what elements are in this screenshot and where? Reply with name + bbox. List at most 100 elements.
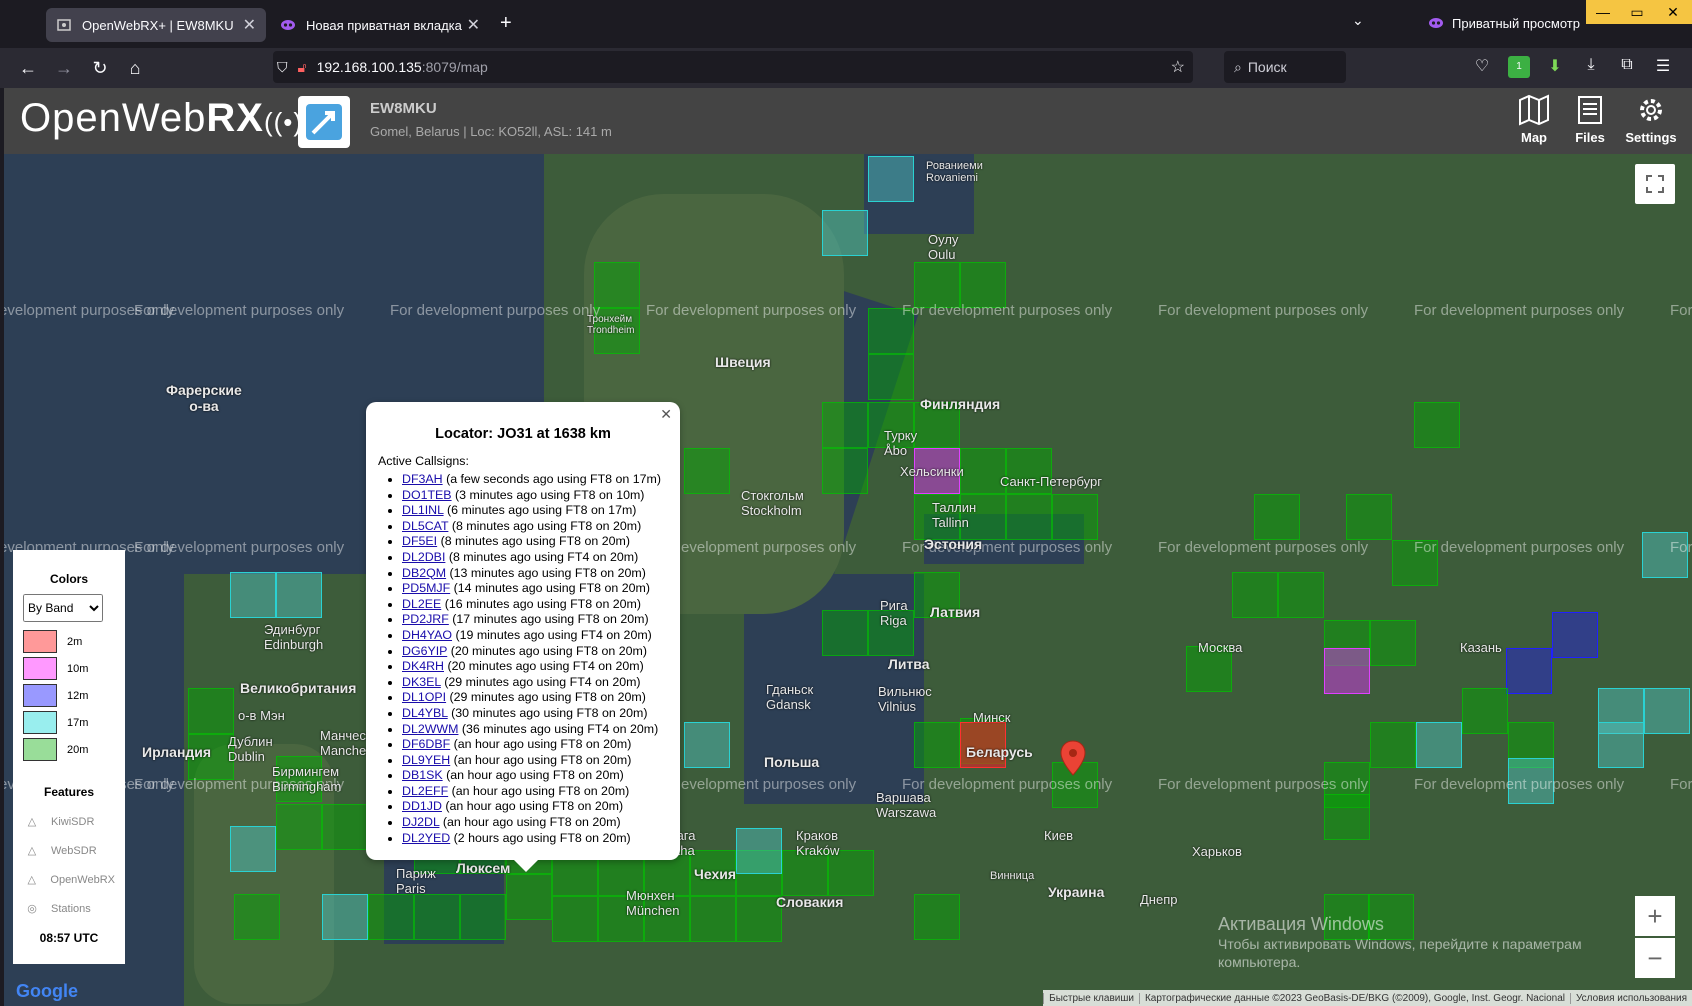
locator-square[interactable] [234, 894, 280, 940]
callsign-link[interactable]: DH4YAO [402, 628, 452, 642]
files-button[interactable]: Files [1562, 94, 1618, 145]
callsign-link[interactable]: DB1SK [402, 768, 443, 782]
new-tab-icon[interactable]: + [500, 12, 512, 35]
map-area[interactable]: For development purposes only For develop… [4, 154, 1692, 1006]
locator-square[interactable] [368, 894, 414, 940]
callsign-link[interactable]: DL2DBI [402, 550, 445, 564]
locator-square[interactable] [414, 894, 460, 940]
locator-square[interactable] [822, 610, 868, 656]
locator-square[interactable] [914, 894, 960, 940]
locator-square[interactable] [506, 874, 552, 920]
locator-square[interactable] [1370, 722, 1416, 768]
locator-square[interactable] [1278, 572, 1324, 618]
callsign-link[interactable]: DL1OPI [402, 690, 446, 704]
legend-band-10m[interactable]: 10m [23, 655, 115, 682]
back-icon[interactable]: ← [17, 58, 39, 79]
callsign-link[interactable]: DL4YBL [402, 706, 448, 720]
legend-band-2m[interactable]: 2m [23, 628, 115, 655]
callsign-link[interactable]: DL1INL [402, 503, 444, 517]
callsign-link[interactable]: DO1TEB [402, 488, 452, 502]
insecure-lock-icon[interactable]: 🔓︎ [298, 59, 307, 76]
extension-badge-icon[interactable]: 1 [1508, 56, 1530, 78]
receiver-location-marker[interactable] [1060, 740, 1086, 776]
locator-square[interactable] [1644, 688, 1690, 734]
callsign-link[interactable]: DL2EE [402, 597, 441, 611]
locator-square[interactable] [1462, 688, 1508, 734]
pocket-icon[interactable]: ♡ [1471, 56, 1493, 78]
callsign-link[interactable]: DJ2DL [402, 815, 439, 829]
receiver-avatar[interactable] [298, 96, 350, 148]
callsign-link[interactable]: DL2EFF [402, 784, 448, 798]
callsign-link[interactable]: DL5CAT [402, 519, 448, 533]
settings-button[interactable]: Settings [1618, 94, 1684, 145]
callsign-link[interactable]: PD5MJF [402, 581, 450, 595]
home-icon[interactable]: ⌂ [124, 58, 146, 79]
locator-square[interactable] [552, 896, 598, 942]
locator-square[interactable] [822, 210, 868, 256]
locator-square[interactable] [1254, 494, 1300, 540]
maximize-icon[interactable]: ▭ [1620, 0, 1654, 24]
locator-square[interactable] [1232, 572, 1278, 618]
locator-square[interactable] [188, 688, 234, 734]
locator-square[interactable] [322, 894, 368, 940]
close-tab-icon[interactable]: ✕ [467, 15, 480, 35]
zoom-in-button[interactable]: + [1635, 896, 1675, 936]
legend-band-17m[interactable]: 17m [23, 709, 115, 736]
locator-square[interactable] [1346, 494, 1392, 540]
openwebrx-logo[interactable]: OpenWebRX((•)) [20, 96, 313, 141]
callsign-link[interactable]: DL2YED [402, 831, 450, 845]
locator-square[interactable] [1370, 620, 1416, 666]
downloads-icon[interactable]: ⤓ [1580, 56, 1602, 78]
color-mode-select[interactable]: By Band [23, 594, 103, 622]
feature-stations[interactable]: ◎ Stations [23, 894, 115, 923]
close-popup-icon[interactable]: ✕ [660, 406, 672, 423]
feature-openwebrx[interactable]: △ OpenWebRX [23, 865, 115, 894]
locator-square[interactable] [690, 896, 736, 942]
reload-icon[interactable]: ↻ [89, 58, 111, 79]
bookmark-star-icon[interactable]: ☆ [1171, 57, 1185, 77]
locator-square[interactable] [1052, 494, 1098, 540]
callsign-link[interactable]: DG6YIP [402, 644, 447, 658]
locator-square[interactable] [868, 156, 914, 202]
close-window-icon[interactable]: ✕ [1654, 0, 1692, 24]
locator-square[interactable] [1416, 722, 1462, 768]
locator-square[interactable] [276, 804, 322, 850]
terms-link[interactable]: Условия использования [1570, 992, 1692, 1004]
locator-square[interactable] [594, 262, 640, 308]
locator-square[interactable] [1324, 648, 1370, 694]
locator-square[interactable] [1414, 402, 1460, 448]
fullscreen-button[interactable] [1635, 164, 1675, 204]
callsign-link[interactable]: DL2WWM [402, 722, 458, 736]
callsign-link[interactable]: DL9YEH [402, 753, 450, 767]
locator-square[interactable] [822, 402, 868, 448]
callsign-link[interactable]: DF5EI [402, 534, 437, 548]
locator-square[interactable] [914, 722, 960, 768]
tab-openwebrx[interactable]: OpenWebRX+ | EW8MKU ✕ [46, 8, 266, 42]
locator-square[interactable] [460, 894, 506, 940]
close-tab-icon[interactable]: ✕ [243, 15, 256, 35]
locator-square[interactable] [230, 826, 276, 872]
callsign-link[interactable]: DB2QM [402, 566, 446, 580]
keyboard-shortcuts-link[interactable]: Быстрые клавиши [1043, 992, 1139, 1004]
locator-square[interactable] [822, 448, 868, 494]
callsign-link[interactable]: PD2JRF [402, 612, 449, 626]
locator-square[interactable] [276, 572, 322, 618]
list-all-tabs-icon[interactable]: ⌄ [1352, 12, 1364, 29]
callsign-link[interactable]: DK3EL [402, 675, 441, 689]
extensions-icon[interactable]: ⧉ [1616, 56, 1638, 78]
locator-square[interactable] [322, 804, 368, 850]
map-button[interactable]: Map [1506, 94, 1562, 145]
locator-square[interactable] [1598, 722, 1644, 768]
download-helper-icon[interactable]: ⬇ [1544, 56, 1566, 78]
minimize-icon[interactable]: — [1586, 0, 1620, 24]
google-logo[interactable]: Google [16, 981, 78, 1002]
feature-kiwisdr[interactable]: △ KiwiSDR [23, 807, 115, 836]
locator-square[interactable] [736, 828, 782, 874]
callsign-link[interactable]: DD1JD [402, 799, 442, 813]
locator-square[interactable] [230, 572, 276, 618]
legend-band-12m[interactable]: 12m [23, 682, 115, 709]
search-bar[interactable]: ⌕ Поиск [1224, 51, 1346, 83]
callsign-link[interactable]: DF6DBF [402, 737, 450, 751]
tab-private[interactable]: Новая приватная вкладка ✕ [270, 8, 490, 42]
feature-websdr[interactable]: △ WebSDR [23, 836, 115, 865]
